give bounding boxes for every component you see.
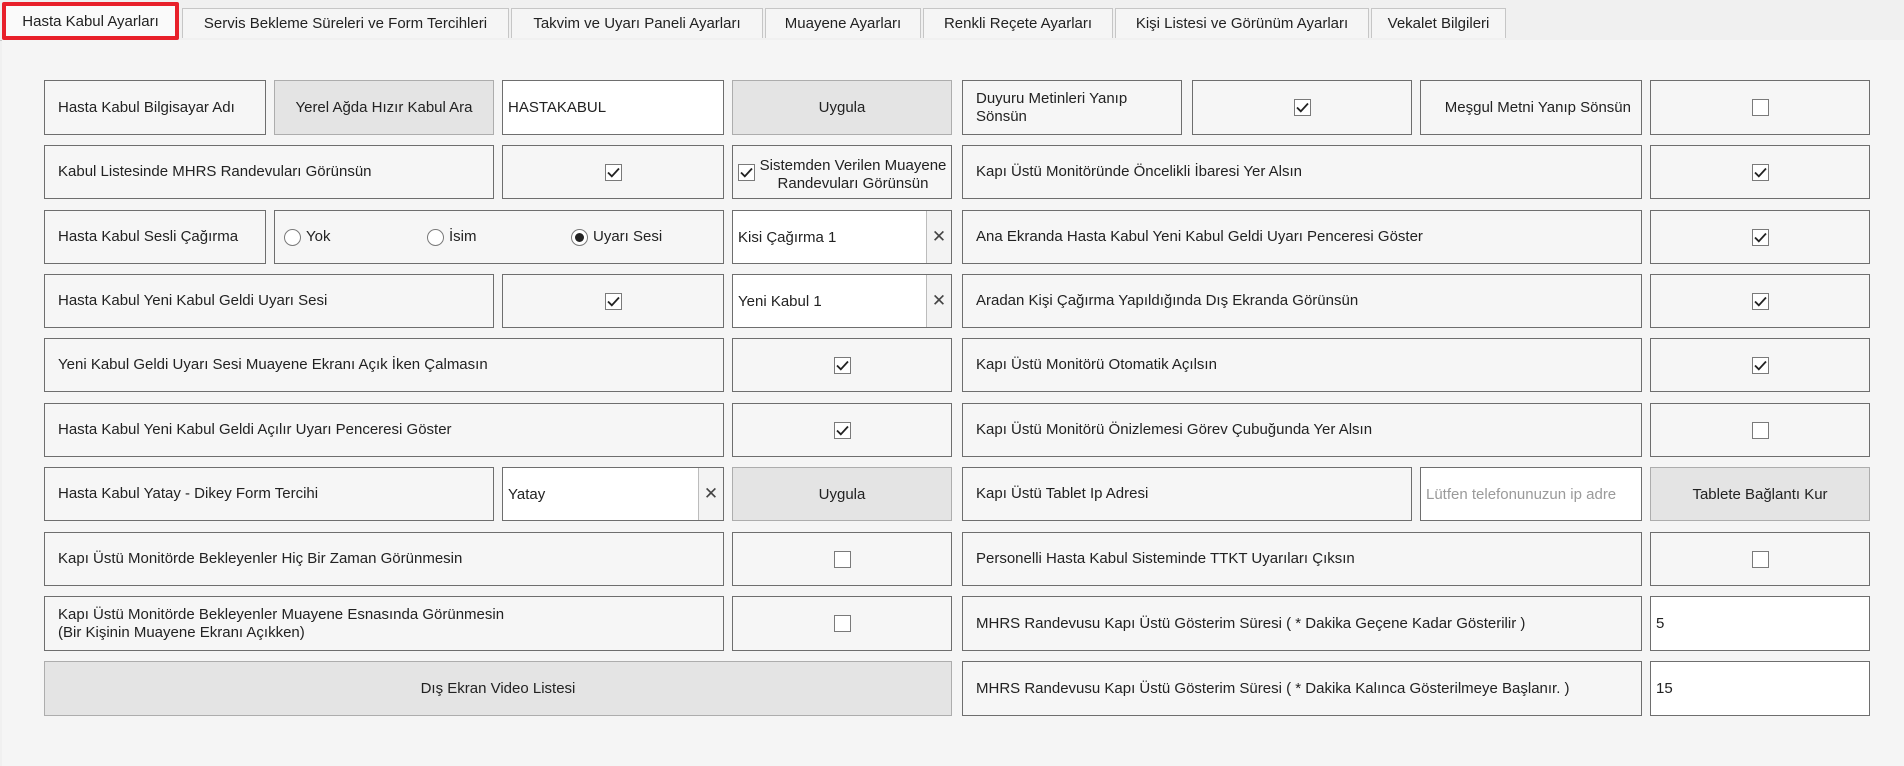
- system-appointments-label: Sistemden Verilen Muayene Randevuları Gö…: [759, 157, 947, 192]
- popup-cell: [732, 403, 952, 457]
- blink-busy-label: Meşgul Metni Yanıp Sönsün: [1420, 80, 1642, 135]
- tab-label: Muayene Ayarları: [784, 15, 902, 32]
- external-video-list-button[interactable]: Dış Ekran Video Listesi: [44, 661, 952, 716]
- ttkt-cell: [1650, 532, 1870, 586]
- mhrs-time1-input[interactable]: 5: [1650, 596, 1870, 651]
- tab-vekalet[interactable]: Vekalet Bilgileri: [1371, 8, 1506, 38]
- taskbar-label: Kapı Üstü Monitörü Önizlemesi Görev Çubu…: [962, 403, 1642, 457]
- tablet-ip-label: Kapı Üstü Tablet Ip Adresi: [962, 467, 1412, 521]
- apply-computer-name-button[interactable]: Uygula: [732, 80, 952, 135]
- voice-call-radio-group: Yok İsim Uyarı Sesi: [274, 210, 724, 264]
- computer-name-input[interactable]: HASTAKABUL: [502, 80, 724, 135]
- radio-alert-sound[interactable]: Uyarı Sesi: [571, 211, 662, 263]
- orientation-select[interactable]: Yatay ✕: [502, 467, 724, 521]
- system-appointments-checkbox[interactable]: [738, 163, 755, 181]
- blink-busy-cell: [1650, 80, 1870, 135]
- system-appointments-cell: Sistemden Verilen Muayene Randevuları Gö…: [732, 145, 952, 199]
- tab-renkli-recete[interactable]: Renkli Reçete Ayarları: [923, 8, 1113, 38]
- blink-announce-cell: [1192, 80, 1412, 135]
- tablet-connect-button[interactable]: Tablete Bağlantı Kur: [1650, 467, 1870, 521]
- blink-announce-label: Duyuru Metinleri Yanıp Sönsün: [962, 80, 1182, 135]
- tab-label: Servis Bekleme Süreleri ve Form Tercihle…: [203, 15, 488, 32]
- new-window-checkbox[interactable]: [1751, 228, 1769, 246]
- mhrs-time2-input[interactable]: 15: [1650, 661, 1870, 716]
- blink-busy-checkbox[interactable]: [1751, 99, 1769, 116]
- no-play-label: Yeni Kabul Geldi Uyarı Sesi Muayene Ekra…: [44, 338, 724, 392]
- tab-label: Hasta Kabul Ayarları: [22, 12, 159, 30]
- radio-name[interactable]: İsim: [427, 211, 477, 263]
- external-call-label: Aradan Kişi Çağırma Yapıldığında Dış Ekr…: [962, 274, 1642, 328]
- tab-muayene[interactable]: Muayene Ayarları: [765, 8, 921, 38]
- priority-cell: [1650, 145, 1870, 199]
- new-window-cell: [1650, 210, 1870, 264]
- radio-none-circle[interactable]: [284, 228, 301, 246]
- ttkt-label: Personelli Hasta Kabul Sisteminde TTKT U…: [962, 532, 1642, 586]
- no-play-checkbox[interactable]: [833, 356, 851, 374]
- tab-servis-bekleme[interactable]: Servis Bekleme Süreleri ve Form Tercihle…: [182, 8, 509, 38]
- new-sound-checkbox[interactable]: [604, 292, 622, 310]
- radio-name-circle[interactable]: [427, 228, 444, 246]
- new-sound-select[interactable]: Yeni Kabul 1 ✕: [732, 274, 952, 328]
- computer-name-label: Hasta Kabul Bilgisayar Adı: [44, 80, 266, 135]
- tab-kisi-listesi[interactable]: Kişi Listesi ve Görünüm Ayarları: [1115, 8, 1369, 38]
- tab-bar: Hasta Kabul Ayarları Servis Bekleme Süre…: [0, 0, 1904, 41]
- new-sound-cell: [502, 274, 724, 328]
- tab-label: Vekalet Bilgileri: [1387, 15, 1490, 32]
- taskbar-checkbox[interactable]: [1751, 421, 1769, 439]
- auto-open-cell: [1650, 338, 1870, 392]
- new-window-label: Ana Ekranda Hasta Kabul Yeni Kabul Geldi…: [962, 210, 1642, 264]
- auto-open-checkbox[interactable]: [1751, 356, 1769, 374]
- external-call-checkbox[interactable]: [1751, 292, 1769, 310]
- clear-icon[interactable]: ✕: [698, 468, 723, 520]
- tab-label: Kişi Listesi ve Görünüm Ayarları: [1135, 15, 1349, 32]
- taskbar-cell: [1650, 403, 1870, 457]
- mhrs-time1-label: MHRS Randevusu Kapı Üstü Gösterim Süresi…: [962, 596, 1642, 651]
- priority-checkbox[interactable]: [1751, 163, 1769, 181]
- mhrs-visible-cell: [502, 145, 724, 199]
- ttkt-checkbox[interactable]: [1751, 550, 1769, 568]
- clear-icon[interactable]: ✕: [926, 275, 951, 327]
- waiting-never-cell: [732, 532, 952, 586]
- orientation-label: Hasta Kabul Yatay - Dikey Form Tercihi: [44, 467, 494, 521]
- auto-open-label: Kapı Üstü Monitörü Otomatik Açılsın: [962, 338, 1642, 392]
- waiting-never-checkbox[interactable]: [833, 550, 851, 568]
- tab-label: Takvim ve Uyarı Paneli Ayarları: [533, 15, 741, 32]
- mhrs-visible-checkbox[interactable]: [604, 163, 622, 181]
- no-play-cell: [732, 338, 952, 392]
- voice-call-label: Hasta Kabul Sesli Çağırma: [44, 210, 266, 264]
- tab-label: Renkli Reçete Ayarları: [943, 15, 1093, 32]
- mhrs-visible-label: Kabul Listesinde MHRS Randevuları Görüns…: [44, 145, 494, 199]
- waiting-never-label: Kapı Üstü Monitörde Bekleyenler Hiç Bir …: [44, 532, 724, 586]
- priority-label: Kapı Üstü Monitöründe Öncelikli İbaresi …: [962, 145, 1642, 199]
- new-sound-label: Hasta Kabul Yeni Kabul Geldi Uyarı Sesi: [44, 274, 494, 328]
- mhrs-time2-label: MHRS Randevusu Kapı Üstü Gösterim Süresi…: [962, 661, 1642, 716]
- radio-alert-circle[interactable]: [571, 228, 588, 246]
- voice-call-select[interactable]: Kisi Çağırma 1 ✕: [732, 210, 952, 264]
- apply-orientation-button[interactable]: Uygula: [732, 467, 952, 521]
- waiting-exam-checkbox[interactable]: [833, 615, 851, 632]
- tab-hasta-kabul[interactable]: Hasta Kabul Ayarları: [2, 2, 179, 40]
- blink-announce-checkbox[interactable]: [1293, 99, 1311, 116]
- waiting-exam-label: Kapı Üstü Monitörde Bekleyenler Muayene …: [44, 596, 724, 651]
- external-call-cell: [1650, 274, 1870, 328]
- radio-none[interactable]: Yok: [284, 211, 330, 263]
- popup-checkbox[interactable]: [833, 421, 851, 439]
- waiting-exam-cell: [732, 596, 952, 651]
- clear-icon[interactable]: ✕: [926, 211, 951, 263]
- tablet-ip-input[interactable]: Lütfen telefonunuzun ip adre: [1420, 467, 1642, 521]
- local-network-search-button[interactable]: Yerel Ağda Hızır Kabul Ara: [274, 80, 494, 135]
- popup-label: Hasta Kabul Yeni Kabul Geldi Açılır Uyar…: [44, 403, 724, 457]
- tab-takvim[interactable]: Takvim ve Uyarı Paneli Ayarları: [511, 8, 763, 38]
